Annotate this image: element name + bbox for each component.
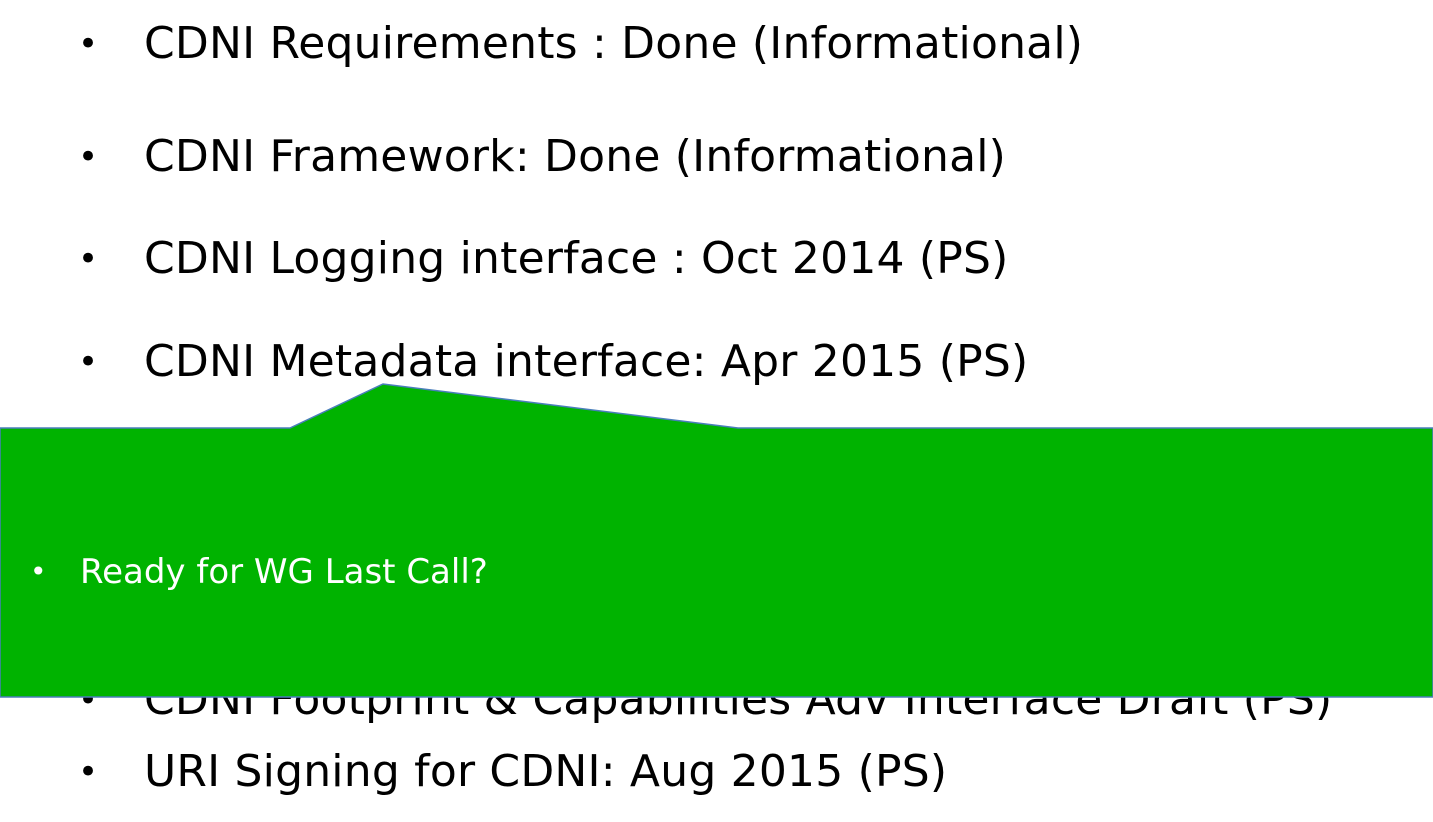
- list-item: • CDNI Logging interface : Oct 2014 (PS): [78, 219, 1008, 299]
- bullet-icon: •: [78, 680, 99, 720]
- list-item-text: CDNI Footprint & Capabilities Adv Interf…: [144, 674, 1333, 725]
- list-item: • URI Signing for CDNI: Aug 2015 (PS): [78, 732, 947, 812]
- list-item: • CDNI Metadata interface: Apr 2015 (PS): [78, 322, 1028, 402]
- list-item: • CDNI Footprint & Capabilities Adv Inter…: [78, 660, 1332, 740]
- list-item-text: CDNI Logging interface : Oct 2014 (PS): [144, 233, 1009, 284]
- list-item-text: CDNI Requirements : Done (Informational): [144, 18, 1084, 69]
- bullet-icon: •: [78, 342, 99, 382]
- list-item-text: CDNI Metadata interface: Apr 2015 (PS): [144, 336, 1029, 387]
- list-item-text: URI Signing for CDNI: Aug 2015 (PS): [144, 746, 948, 797]
- slide: • CDNI Requirements : Done (Informational…: [0, 0, 1433, 822]
- list-item: • CDNI Framework: Done (Informational): [78, 117, 1006, 197]
- list-item: • CDNI Requirements : Done (Informational…: [78, 4, 1083, 84]
- bullet-icon: •: [78, 239, 99, 279]
- list-item-text: CDNI Framework: Done (Informational): [144, 131, 1007, 182]
- bullet-icon: •: [78, 24, 99, 64]
- bullet-icon: •: [78, 137, 99, 177]
- milestone-list: • CDNI Requirements : Done (Informational…: [0, 0, 1433, 822]
- bullet-icon: •: [78, 752, 99, 792]
